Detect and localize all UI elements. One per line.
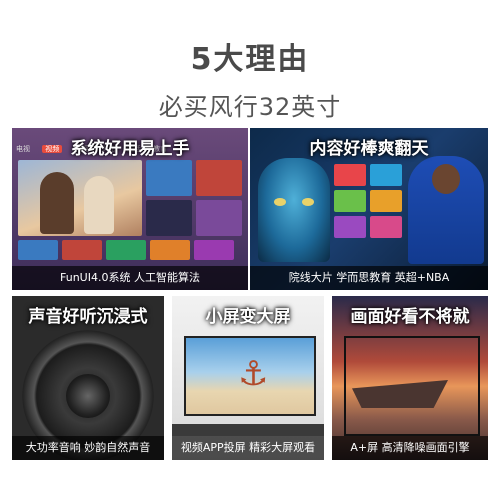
content-tile: [146, 160, 192, 196]
panel-title: 声音好听沉浸式: [28, 307, 148, 327]
app-tile: [194, 240, 234, 260]
app-tile: [334, 190, 366, 212]
panel-title: 系统好用易上手: [70, 139, 190, 159]
app-tile: [334, 164, 366, 186]
feature-panel-system: 电视 视频 影视 少儿 生活 教育 系统好用易上手 FunUI4.0系统 人工智…: [12, 128, 248, 290]
panel-title: 内容好棒爽翻天: [309, 139, 429, 159]
feature-panel-picture: 画面好看不将就 A+屏 高清降噪画面引擎: [332, 296, 488, 460]
movie-character-image: [258, 158, 330, 262]
content-tile: [196, 160, 242, 196]
panel-caption: 院线大片 学而思教育 英超+NBA: [250, 266, 488, 290]
app-grid: [334, 164, 404, 260]
app-tile: [106, 240, 146, 260]
panel-title: 小屏变大屏: [205, 307, 291, 327]
player-face: [432, 164, 460, 194]
panel-caption: 大功率音响 妙韵自然声音: [12, 436, 164, 460]
panel-caption: 视频APP投屏 精彩大屏观看: [172, 436, 324, 460]
app-tile: [370, 216, 402, 238]
tv-screen-image: ⚓: [184, 336, 316, 416]
app-tile: [62, 240, 102, 260]
anchor-icon: ⚓: [238, 354, 269, 394]
football-player-image: [408, 156, 484, 264]
feature-panel-content: 内容好棒爽翻天 院线大片 学而思教育 英超+NBA: [250, 128, 488, 290]
actress-figure: [84, 176, 114, 234]
app-tile: [18, 240, 58, 260]
tv-cabinet: [172, 424, 324, 436]
feature-panel-sound: 声音好听沉浸式 大功率音响 妙韵自然声音: [12, 296, 164, 460]
panel-caption: A+屏 高清降噪画面引擎: [332, 436, 488, 460]
app-tile: [334, 216, 366, 238]
actor-figure: [40, 172, 74, 234]
app-row: [18, 240, 242, 260]
content-tile: [196, 200, 242, 236]
content-tiles: [146, 160, 242, 236]
panel-caption: FunUI4.0系统 人工智能算法: [12, 266, 248, 290]
app-tile: [150, 240, 190, 260]
featured-movie-tile: [18, 160, 142, 236]
page-subtitle: 必买风行32英寸: [158, 93, 342, 121]
panel-title: 画面好看不将就: [350, 307, 470, 327]
app-tile: [370, 190, 402, 212]
speaker-cone: [66, 374, 110, 418]
app-tile: [370, 164, 402, 186]
feature-panel-casting: ⚓ 小屏变大屏 视频APP投屏 精彩大屏观看: [172, 296, 324, 460]
eye-shape: [274, 198, 286, 206]
page-title: 5大理由: [190, 42, 310, 77]
content-tile: [146, 200, 192, 236]
eye-shape: [302, 198, 314, 206]
